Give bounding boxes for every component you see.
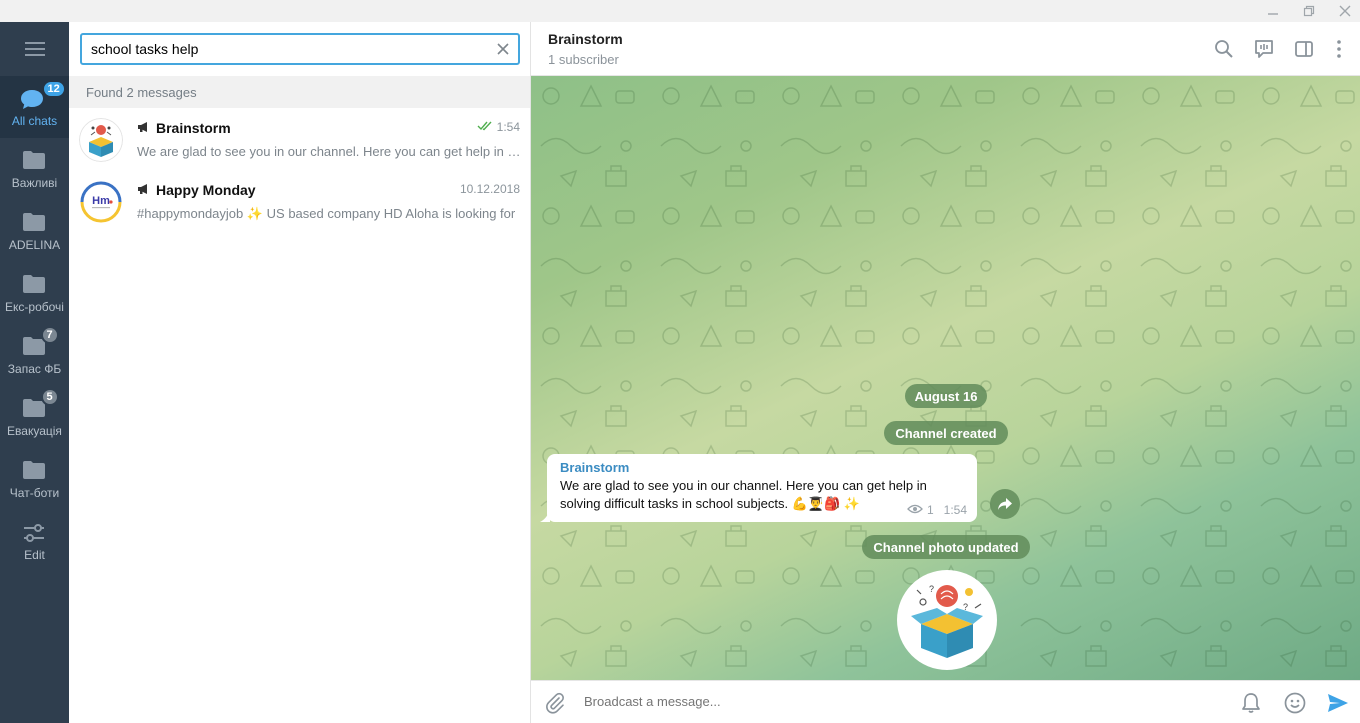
channel-icon	[137, 182, 150, 198]
search-results-header: Found 2 messages	[69, 76, 530, 108]
minimize-icon[interactable]	[1258, 0, 1288, 22]
folder-zapas-fb[interactable]: 7 Запас ФБ	[0, 324, 69, 386]
message-bubble[interactable]: Brainstorm We are glad to see you in our…	[547, 454, 977, 522]
service-message-created: Channel created	[884, 421, 1008, 445]
close-icon[interactable]	[494, 40, 512, 58]
message-text: We are glad to see you in our channel. H…	[560, 478, 927, 511]
search-input[interactable]	[91, 39, 491, 59]
result-time: 1:54	[477, 120, 520, 134]
chats-icon: 12	[20, 80, 66, 110]
sidebar-toggle-icon[interactable]	[1293, 38, 1315, 60]
more-vertical-icon[interactable]	[1328, 38, 1350, 60]
folder-label: Евакуація	[7, 424, 62, 438]
result-preview: We are glad to see you in our channel. H…	[137, 144, 523, 159]
date-separator: August 16	[905, 384, 987, 408]
folder-icon	[22, 460, 48, 482]
attach-icon[interactable]	[543, 691, 567, 715]
send-icon[interactable]	[1326, 691, 1350, 715]
service-message-photo: Channel photo updated	[862, 535, 1030, 559]
chat-panel: Brainstorm 1 subscriber August 16 Channe…	[531, 22, 1360, 723]
chat-title: Brainstorm	[548, 31, 623, 47]
svg-text:?: ?	[963, 602, 968, 612]
avatar	[79, 118, 123, 162]
folder-icon: 5	[22, 388, 59, 420]
close-icon[interactable]	[1330, 0, 1360, 22]
folder-eks-robochi[interactable]: Екс-робочі	[0, 262, 69, 324]
folder-chat-boty[interactable]: Чат-боти	[0, 448, 69, 510]
hamburger-menu-icon[interactable]	[0, 22, 69, 76]
folder-label: Запас ФБ	[7, 362, 62, 376]
folder-evakuatsiia[interactable]: 5 Евакуація	[0, 386, 69, 448]
message-composer	[531, 680, 1360, 723]
result-title: Brainstorm	[137, 120, 231, 136]
chat-header[interactable]: Brainstorm 1 subscriber	[531, 22, 1360, 76]
chat-subtitle: 1 subscriber	[548, 52, 619, 67]
channel-icon	[137, 120, 150, 136]
folder-icon: 7	[22, 326, 59, 358]
folder-label: Важливі	[11, 176, 58, 190]
result-time-label: 1:54	[496, 120, 520, 134]
folder-label: Edit	[24, 548, 45, 562]
forward-icon[interactable]	[990, 489, 1020, 519]
unread-badge: 7	[40, 326, 59, 344]
restore-icon[interactable]	[1294, 0, 1324, 22]
bell-icon[interactable]	[1239, 691, 1263, 715]
folder-all-chats[interactable]: 12 All chats	[0, 76, 69, 138]
emoji-icon[interactable]	[1283, 691, 1307, 715]
folder-adelina[interactable]: ADELINA	[0, 200, 69, 262]
message-input[interactable]	[584, 694, 1184, 709]
result-preview: #happymondayjob ✨ US based company HD Al…	[137, 206, 516, 221]
folder-icon	[22, 274, 48, 296]
folder-vazhlyvi[interactable]: Важливі	[0, 138, 69, 200]
search-result-item[interactable]: Brainstorm 1:54 We are glad to see you i…	[69, 108, 530, 170]
search-icon[interactable]	[1213, 38, 1235, 60]
chat-list-panel: Found 2 messages Brainstorm	[69, 22, 531, 723]
channel-photo[interactable]: ? ?	[897, 570, 997, 670]
folder-label: Чат-боти	[9, 486, 60, 500]
result-time: 10.12.2018	[460, 182, 520, 196]
svg-text:?: ?	[929, 584, 934, 594]
folders-sidebar: 12 All chats Важливі ADELINA Екс-робочі …	[0, 22, 69, 723]
result-name: Happy Monday	[156, 182, 256, 198]
svg-text:Hm: Hm	[92, 195, 110, 207]
double-check-icon	[477, 120, 493, 134]
live-stream-icon[interactable]	[1253, 38, 1275, 60]
message-time: 1:54	[943, 503, 967, 517]
folder-icon	[22, 150, 48, 172]
message-author[interactable]: Brainstorm	[560, 460, 964, 475]
window-titlebar	[0, 0, 1360, 22]
folder-label: Екс-робочі	[5, 300, 64, 314]
search-result-item[interactable]: Hm Happy Monday 10.12.2018 #happymondayj…	[69, 170, 530, 232]
result-title: Happy Monday	[137, 182, 256, 198]
chat-background: August 16 Channel created Brainstorm We …	[531, 76, 1360, 680]
message-meta: 1 1:54	[907, 503, 967, 517]
unread-badge: 12	[41, 80, 66, 98]
folder-icon	[22, 212, 48, 234]
folder-label: All chats	[11, 114, 58, 128]
search-box	[80, 33, 520, 65]
avatar: Hm	[79, 180, 123, 224]
folder-label: ADELINA	[8, 238, 61, 252]
result-name: Brainstorm	[156, 120, 231, 136]
eye-icon	[907, 503, 923, 517]
unread-badge: 5	[40, 388, 59, 406]
result-time-label: 10.12.2018	[459, 182, 520, 196]
folder-edit[interactable]: Edit	[0, 510, 69, 572]
edit-sliders-icon	[22, 522, 48, 544]
message-views: 1	[926, 503, 934, 517]
